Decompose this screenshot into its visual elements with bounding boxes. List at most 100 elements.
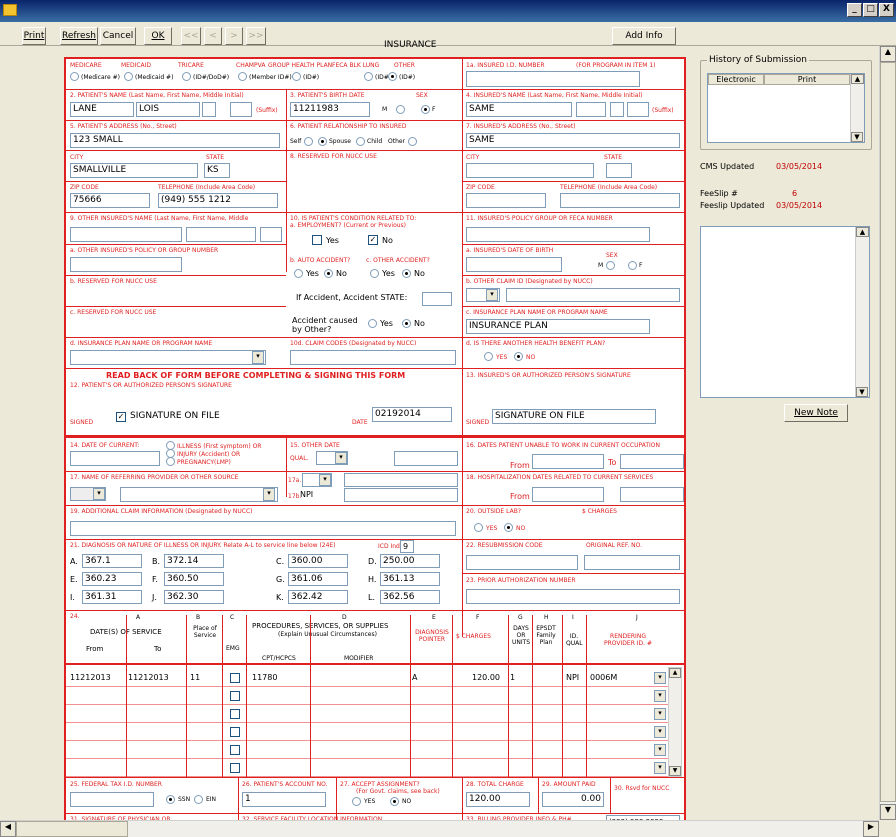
emg-checkbox[interactable]: [230, 745, 240, 755]
chevron-down-icon[interactable]: ▾: [319, 474, 331, 486]
ssn-radio[interactable]: [166, 795, 175, 804]
emg-checkbox[interactable]: [230, 763, 240, 773]
insured-middle-input[interactable]: [610, 102, 624, 117]
patient-first-name-input[interactable]: LOIS: [136, 102, 200, 117]
prior-auth-input[interactable]: [466, 589, 680, 604]
chevron-down-icon[interactable]: ▾: [654, 672, 666, 684]
chevron-down-icon[interactable]: ▾: [263, 488, 275, 501]
icd-ind-input[interactable]: 9: [400, 540, 414, 553]
emg-checkbox[interactable]: [230, 673, 240, 683]
chevron-down-icon[interactable]: ▾: [654, 744, 666, 756]
other-claim-input[interactable]: [506, 288, 680, 302]
chevron-down-icon[interactable]: ▾: [654, 726, 666, 738]
auto-no-radio[interactable]: [324, 269, 333, 278]
patient-zip-input[interactable]: 75666: [70, 193, 150, 208]
other-insured-last-input[interactable]: [70, 227, 182, 242]
signature-date-input[interactable]: 02192014: [372, 407, 452, 422]
feca-radio[interactable]: [364, 72, 373, 81]
insured-state-input[interactable]: [606, 163, 632, 178]
other-plan-yes-radio[interactable]: [484, 352, 493, 361]
chevron-down-icon[interactable]: ▾: [486, 289, 498, 301]
history-scrollbar[interactable]: ▲ ▼: [850, 74, 864, 142]
prev-record-button[interactable]: <: [204, 27, 222, 45]
auto-yes-radio[interactable]: [294, 269, 303, 278]
service-to-cell[interactable]: 11212013: [128, 674, 182, 682]
plan-name-input[interactable]: INSURANCE PLAN: [466, 319, 650, 334]
patient-middle-input[interactable]: [202, 102, 216, 117]
amount-paid-input[interactable]: 0.00: [542, 792, 604, 807]
scroll-right-icon[interactable]: ▶: [863, 821, 879, 837]
diag-code-input[interactable]: 372.14: [164, 554, 224, 568]
scroll-down-icon[interactable]: ▼: [669, 766, 681, 776]
ghp-radio[interactable]: [292, 72, 301, 81]
close-button[interactable]: X: [879, 3, 894, 17]
ok-button[interactable]: OK: [144, 27, 172, 45]
diag-pointer-cell[interactable]: A: [412, 674, 446, 682]
diag-code-input[interactable]: 362.42: [288, 590, 348, 604]
insured-id-input[interactable]: [466, 71, 640, 87]
service-scrollbar[interactable]: ▲ ▼: [668, 667, 682, 777]
insured-first-input[interactable]: [576, 102, 606, 117]
patient-state-input[interactable]: KS: [204, 163, 230, 178]
diag-code-input[interactable]: 360.23: [82, 572, 142, 586]
diag-code-input[interactable]: 361.13: [380, 572, 440, 586]
insured-zip-input[interactable]: [466, 193, 546, 208]
id-qual-cell[interactable]: NPI: [566, 674, 584, 682]
scroll-up-icon[interactable]: ▲: [669, 668, 681, 678]
hosp-from-input[interactable]: [532, 487, 604, 502]
unable-to-input[interactable]: [620, 454, 684, 469]
accept-no-radio[interactable]: [390, 797, 399, 806]
diag-code-input[interactable]: 360.50: [164, 572, 224, 586]
scroll-down-icon[interactable]: ▼: [880, 804, 896, 820]
referring-provider-select[interactable]: [120, 487, 278, 502]
sof-checkbox[interactable]: ✓: [116, 412, 126, 422]
insured-suffix-input[interactable]: [627, 102, 649, 117]
place-service-cell[interactable]: 11: [190, 674, 218, 682]
accident-state-input[interactable]: [422, 292, 452, 306]
units-cell[interactable]: 1: [510, 674, 530, 682]
17b-npi-input[interactable]: [344, 488, 458, 502]
other-insured-first-input[interactable]: [186, 227, 256, 242]
scroll-down-icon[interactable]: ▼: [851, 132, 863, 142]
other-plan-no-radio[interactable]: [514, 352, 523, 361]
vertical-scroll-thumb[interactable]: [880, 62, 896, 802]
add-info-button[interactable]: Add Info: [612, 27, 676, 45]
charges-cell[interactable]: 120.00: [452, 674, 500, 682]
diag-code-input[interactable]: 361.31: [82, 590, 142, 604]
sex-f-radio[interactable]: [421, 105, 430, 114]
other-insured-middle-input[interactable]: [260, 227, 282, 242]
insured-city-input[interactable]: [466, 163, 594, 178]
date-current-input[interactable]: [70, 451, 160, 466]
tricare-radio[interactable]: [182, 72, 191, 81]
otheracc-yes-radio[interactable]: [370, 269, 379, 278]
diag-code-input[interactable]: 362.30: [164, 590, 224, 604]
17a-input[interactable]: [344, 473, 458, 487]
first-record-button[interactable]: <<: [181, 27, 201, 45]
medicare-radio[interactable]: [70, 72, 79, 81]
chevron-down-icon[interactable]: ▾: [654, 708, 666, 720]
other-policy-input[interactable]: [70, 257, 182, 272]
additional-info-input[interactable]: [70, 521, 456, 536]
insured-dob-input[interactable]: [466, 257, 562, 272]
insured-f-radio[interactable]: [628, 261, 637, 270]
last-record-button[interactable]: >>: [246, 27, 266, 45]
next-record-button[interactable]: >: [225, 27, 243, 45]
insured-name-input[interactable]: SAME: [466, 102, 572, 117]
horizontal-scroll-thumb[interactable]: [16, 821, 128, 837]
print-button[interactable]: Print: [22, 27, 46, 45]
claim-codes-input[interactable]: [290, 350, 456, 365]
maximize-button[interactable]: □: [863, 3, 878, 17]
diag-code-input[interactable]: 362.56: [380, 590, 440, 604]
other-date-input[interactable]: [394, 451, 458, 466]
chevron-down-icon[interactable]: ▾: [654, 690, 666, 702]
total-charge-input[interactable]: 120.00: [466, 792, 530, 807]
outside-lab-yes-radio[interactable]: [474, 523, 483, 532]
diag-code-input[interactable]: 367.1: [82, 554, 142, 568]
hosp-to-input[interactable]: [620, 487, 684, 502]
emg-checkbox[interactable]: [230, 691, 240, 701]
rendering-cell[interactable]: 0006M: [590, 674, 634, 682]
electronic-column-header[interactable]: Electronic: [708, 74, 764, 85]
account-no-input[interactable]: 1: [242, 792, 326, 807]
scroll-up-icon[interactable]: ▲: [851, 74, 864, 84]
original-ref-input[interactable]: [584, 555, 680, 570]
